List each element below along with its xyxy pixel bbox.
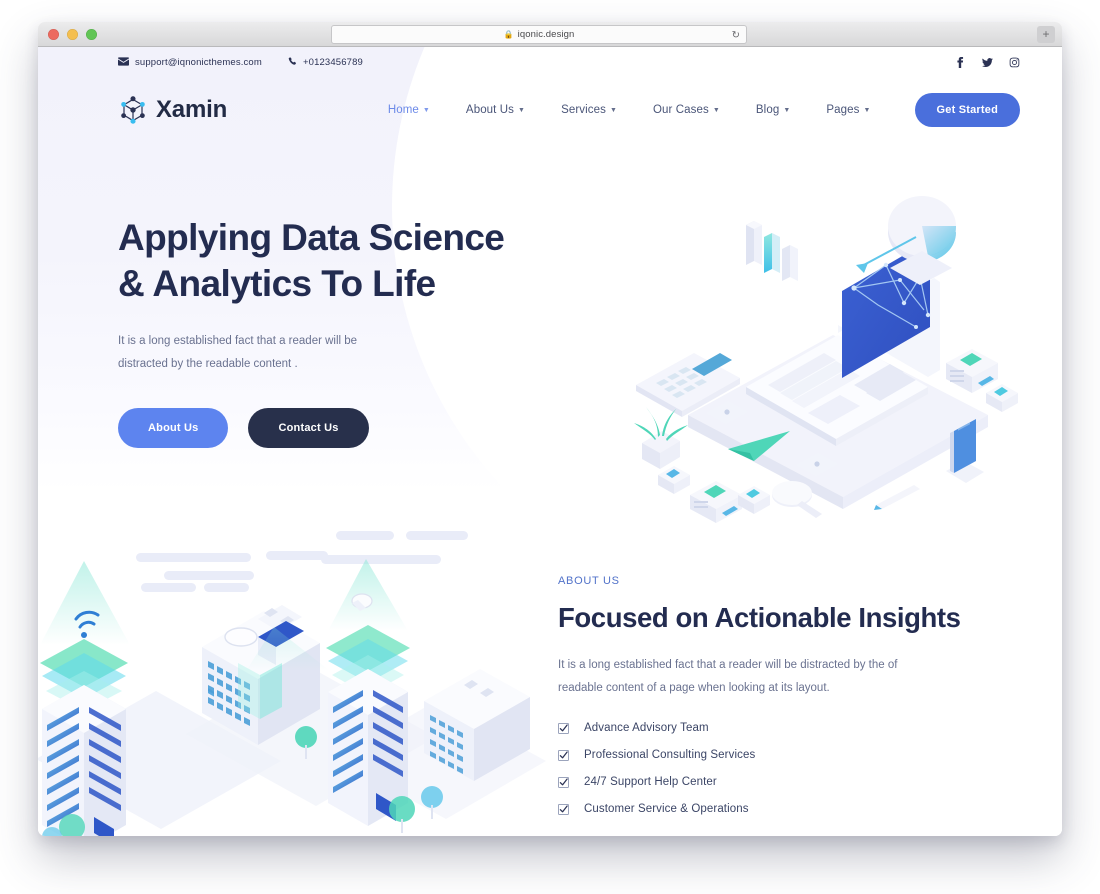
molecule-logo-icon xyxy=(118,95,148,125)
checkbox-checked-icon xyxy=(558,749,569,761)
nav-item-our-cases[interactable]: Our Cases ▼ xyxy=(635,104,738,116)
nav-item-blog-label: Blog xyxy=(755,103,780,116)
isometric-smart-city-illustration xyxy=(38,509,546,836)
about-checklist: Advance Advisory Team Professional Consu… xyxy=(558,722,958,815)
about-title: Focused on Actionable Insights xyxy=(558,602,961,633)
list-item-label: Customer Service & Operations xyxy=(584,803,749,815)
about-text-block: ABOUT US Focused on Actionable Insights … xyxy=(558,575,961,830)
social-links-group xyxy=(954,56,1020,68)
get-started-button[interactable]: Get Started xyxy=(914,92,1020,127)
nav-links: Home ▼ About Us ▼ Services ▼ Our Cases ▼ xyxy=(370,92,1020,127)
window-traffic-lights xyxy=(48,28,97,40)
nav-item-about-us-label: About Us xyxy=(465,103,515,116)
checkbox-checked-icon xyxy=(558,776,569,788)
desktop-backdrop: 🔒 iqonic.design ↻ + support@iqnonictheme… xyxy=(0,0,1100,894)
hero-subtitle: It is a long established fact that a rea… xyxy=(118,334,358,370)
nav-item-about-us[interactable]: About Us ▼ xyxy=(448,104,543,116)
hero-contact-us-button[interactable]: Contact Us xyxy=(248,407,369,448)
lock-icon: 🔒 xyxy=(503,29,514,39)
address-bar[interactable]: 🔒 iqonic.design ↻ xyxy=(331,25,747,44)
list-item-label: Professional Consulting Services xyxy=(584,749,756,761)
browser-window: 🔒 iqonic.design ↻ + support@iqnonictheme… xyxy=(38,22,1062,836)
hero-text-block: Applying Data Science & Analytics To Lif… xyxy=(118,215,538,448)
nav-item-home-label: Home xyxy=(387,103,419,116)
main-navigation-bar: Xamin Home ▼ About Us ▼ Services ▼ Our C… xyxy=(38,77,1062,142)
chevron-down-icon: ▼ xyxy=(518,107,526,114)
hero-title-line-2: & Analytics To Life xyxy=(118,263,436,305)
checkbox-checked-icon xyxy=(558,803,569,815)
about-paragraph: It is a long established fact that a rea… xyxy=(558,659,898,694)
phone-text: +0123456789 xyxy=(302,56,363,68)
chevron-down-icon: ▼ xyxy=(783,107,791,114)
list-item: Customer Service & Operations xyxy=(558,803,958,815)
chevron-down-icon: ▼ xyxy=(609,107,617,114)
top-info-bar: support@iqnonicthemes.com +0123456789 xyxy=(38,47,1062,77)
nav-item-our-cases-label: Our Cases xyxy=(653,103,709,116)
list-item-label: Advance Advisory Team xyxy=(584,722,709,734)
chevron-down-icon: ▼ xyxy=(422,107,430,114)
chevron-down-icon: ▼ xyxy=(712,107,720,114)
email-link[interactable]: support@iqnonicthemes.com xyxy=(118,57,262,68)
list-item-label: 24/7 Support Help Center xyxy=(584,776,717,788)
zoom-window-button[interactable] xyxy=(86,28,97,40)
chevron-down-icon: ▼ xyxy=(863,107,871,114)
nav-item-pages-label: Pages xyxy=(826,103,860,116)
email-text: support@iqnonicthemes.com xyxy=(135,56,262,68)
brand-name-text: Xamin xyxy=(156,95,228,123)
list-item: Professional Consulting Services xyxy=(558,749,958,761)
hero-title-line-1: Applying Data Science xyxy=(118,217,505,258)
minimize-window-button[interactable] xyxy=(67,28,78,40)
twitter-icon[interactable] xyxy=(981,56,993,68)
nav-item-pages[interactable]: Pages ▼ xyxy=(808,104,888,116)
isometric-laptop-analytics-illustration xyxy=(628,165,1048,525)
hero-button-group: About Us Contact Us xyxy=(118,407,538,448)
reload-icon[interactable]: ↻ xyxy=(732,29,740,42)
checkbox-checked-icon xyxy=(558,722,569,734)
url-wrapper: 🔒 iqonic.design xyxy=(504,29,575,40)
url-text: iqonic.design xyxy=(517,29,575,40)
nav-item-home[interactable]: Home ▼ xyxy=(370,104,448,116)
browser-titlebar: 🔒 iqonic.design ↻ + xyxy=(38,22,1062,47)
about-eyebrow: ABOUT US xyxy=(558,575,620,587)
nav-item-services-label: Services xyxy=(561,103,606,116)
nav-item-services[interactable]: Services ▼ xyxy=(543,104,635,116)
instagram-icon[interactable] xyxy=(1008,56,1020,68)
new-tab-button[interactable]: + xyxy=(1037,26,1055,43)
facebook-icon[interactable] xyxy=(954,56,966,68)
phone-icon xyxy=(288,56,297,68)
brand-logo-link[interactable]: Xamin xyxy=(118,95,227,125)
phone-link[interactable]: +0123456789 xyxy=(288,57,363,68)
list-item: Advance Advisory Team xyxy=(558,722,958,734)
envelope-icon xyxy=(118,56,129,68)
nav-item-blog[interactable]: Blog ▼ xyxy=(738,104,808,116)
page-viewport: support@iqnonicthemes.com +0123456789 Xa… xyxy=(38,47,1062,836)
hero-title: Applying Data Science & Analytics To Lif… xyxy=(118,215,538,308)
contact-info-group: support@iqnonicthemes.com +0123456789 xyxy=(118,57,363,68)
close-window-button[interactable] xyxy=(48,28,59,40)
hero-about-us-button[interactable]: About Us xyxy=(118,407,229,448)
list-item: 24/7 Support Help Center xyxy=(558,776,958,788)
